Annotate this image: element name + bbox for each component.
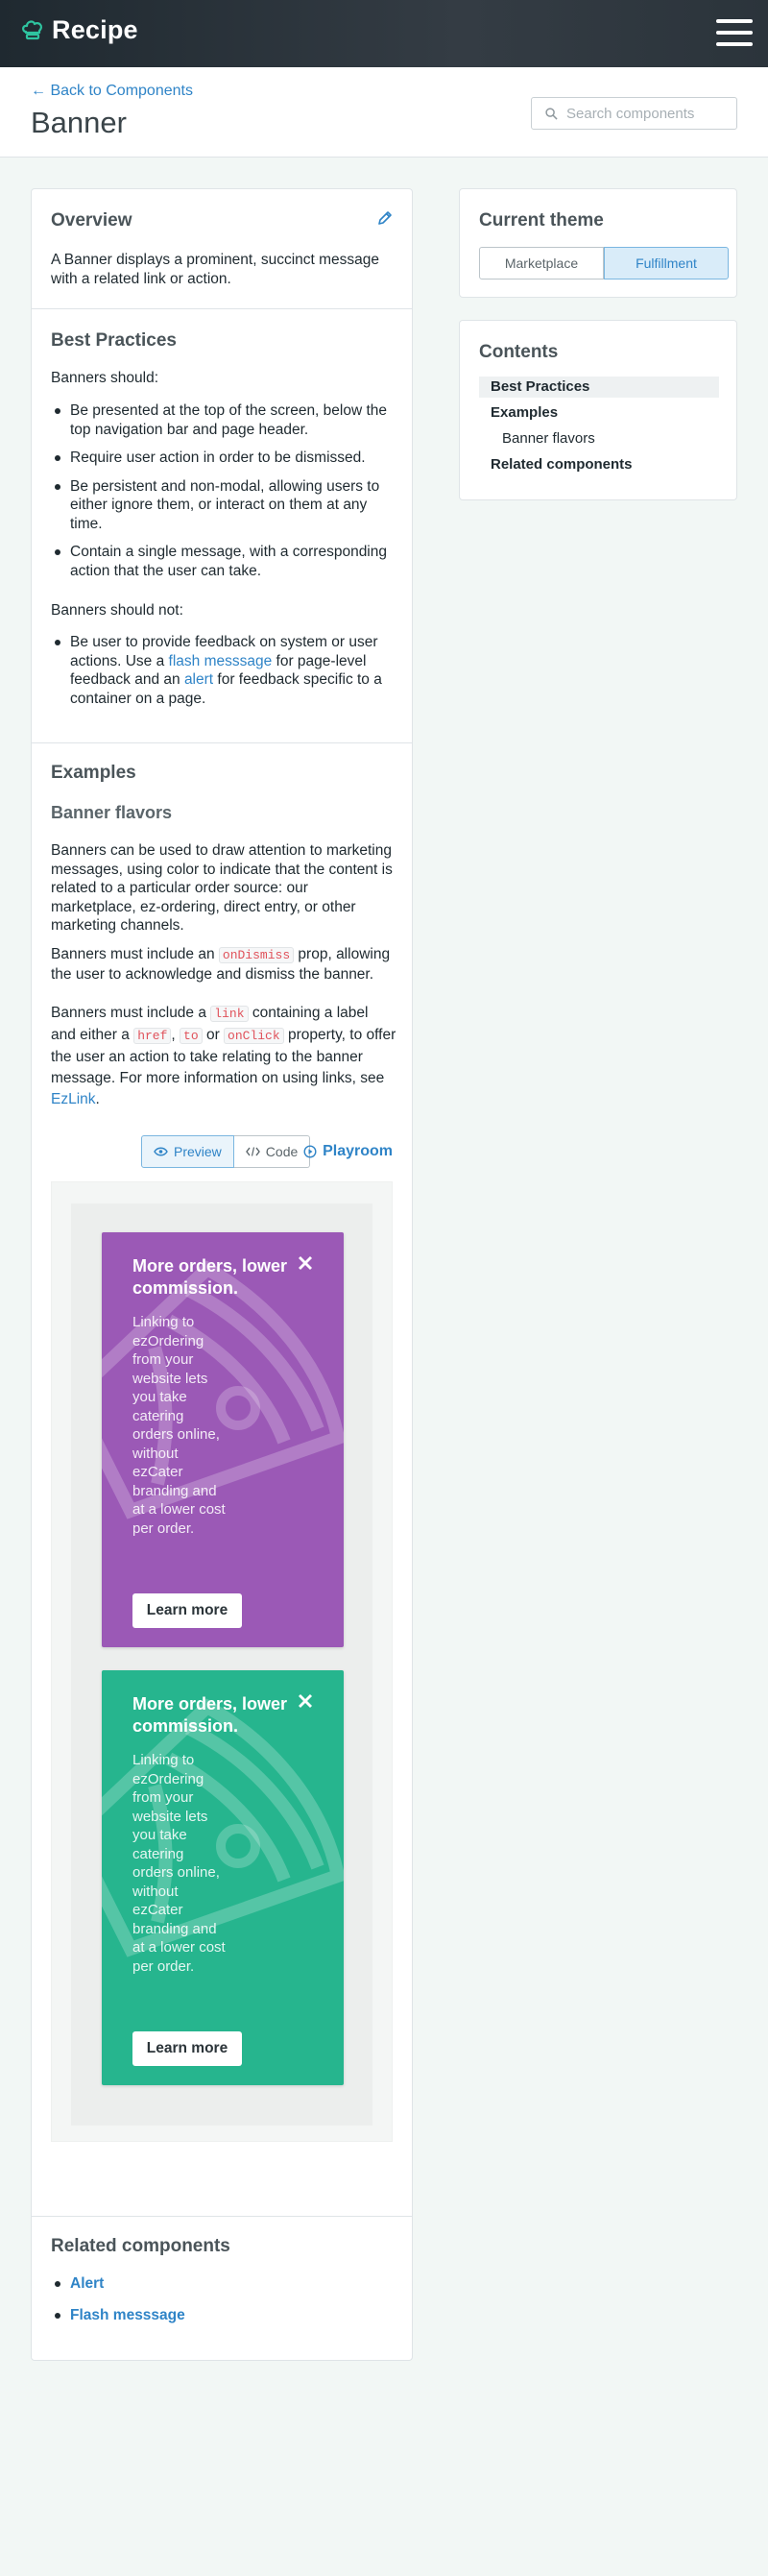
flash-message-link[interactable]: flash messsage	[169, 653, 273, 669]
list-item: Flash messsage	[32, 2306, 185, 2325]
inline-code: to	[180, 1028, 203, 1044]
code-icon	[245, 1147, 260, 1156]
banner-body: Linking to ezOrdering from your website …	[132, 1752, 226, 1975]
back-to-components-link[interactable]: ← Back to Components	[31, 83, 193, 100]
current-theme-card: Current theme Marketplace Fulfillment	[459, 188, 737, 298]
inline-code: href	[133, 1028, 172, 1044]
chef-hat-icon	[22, 19, 42, 39]
related-components-title: Related components	[51, 2236, 230, 2256]
toc-item-related-components[interactable]: Related components	[479, 454, 719, 475]
search-box[interactable]	[531, 97, 737, 130]
should-list: Be presented at the top of the screen, b…	[32, 401, 396, 590]
examples-paragraph-1: Banners can be used to draw attention to…	[51, 842, 393, 934]
logo[interactable]: Recipe	[21, 15, 138, 45]
page-title: Banner	[31, 106, 127, 139]
table-of-contents: Best Practices Examples Banner flavors R…	[479, 377, 719, 480]
eye-icon	[154, 1147, 168, 1156]
preview-area: More orders, lower commission. Linking t…	[51, 1181, 393, 2142]
overview-text: A Banner displays a prominent, succinct …	[51, 252, 380, 287]
should-not-list: Be user to provide feedback on system or…	[32, 633, 387, 717]
should-label: Banners should:	[51, 370, 159, 386]
search-icon	[545, 107, 558, 120]
inline-code: onClick	[224, 1028, 284, 1044]
theme-switcher: Marketplace Fulfillment	[479, 247, 729, 279]
examples-title: Examples	[51, 763, 136, 783]
list-item: Require user action in order to be dismi…	[32, 449, 396, 468]
related-link-alert[interactable]: Alert	[70, 2275, 104, 2292]
toc-item-best-practices[interactable]: Best Practices	[479, 377, 719, 398]
examples-section: Examples Banner flavors Banners can be u…	[32, 743, 412, 2217]
search-input[interactable]	[566, 105, 730, 122]
logo-text: Recipe	[52, 15, 138, 44]
banner-body: Linking to ezOrdering from your website …	[132, 1314, 226, 1537]
examples-paragraph-2: Banners must include an onDismiss prop, …	[51, 946, 391, 983]
ezlink-link[interactable]: EzLink	[51, 1091, 96, 1107]
banner-green: More orders, lower commission. Linking t…	[102, 1670, 344, 2085]
alert-link[interactable]: alert	[184, 671, 213, 688]
playroom-link[interactable]: Playroom	[303, 1143, 393, 1160]
best-practices-title: Best Practices	[51, 330, 177, 351]
edit-pencil-icon[interactable]	[377, 210, 393, 226]
inline-code: link	[210, 1006, 249, 1022]
view-toggle: Preview Code	[141, 1135, 311, 1168]
overview-title: Overview	[51, 210, 132, 231]
contents-card: Contents Best Practices Examples Banner …	[459, 320, 737, 500]
best-practices-section: Best Practices Banners should: Be presen…	[32, 309, 412, 743]
toc-item-banner-flavors[interactable]: Banner flavors	[479, 428, 719, 450]
related-link-flash-message[interactable]: Flash messsage	[70, 2307, 185, 2323]
banner-title: More orders, lower commission.	[132, 1694, 288, 1736]
theme-option-marketplace[interactable]: Marketplace	[479, 247, 604, 279]
contents-title: Contents	[479, 342, 559, 362]
examples-paragraph-3: Banners must include a link containing a…	[51, 1005, 396, 1107]
banner-title: More orders, lower commission.	[132, 1256, 288, 1298]
close-icon[interactable]	[296, 1691, 315, 1711]
learn-more-button[interactable]: Learn more	[132, 1593, 242, 1628]
list-item: Be user to provide feedback on system or…	[32, 633, 387, 708]
related-components-section: Related components Alert Flash messsage	[32, 2217, 412, 2360]
preview-tab[interactable]: Preview	[141, 1135, 234, 1168]
page-header: ← Back to Components Banner	[0, 67, 768, 158]
toc-item-examples[interactable]: Examples	[479, 402, 719, 424]
top-nav-bar: Recipe	[0, 0, 768, 67]
theme-option-fulfillment[interactable]: Fulfillment	[604, 247, 729, 279]
playroom-icon	[303, 1145, 317, 1158]
list-item: Contain a single message, with a corresp…	[32, 543, 396, 580]
list-item: Be presented at the top of the screen, b…	[32, 401, 396, 439]
banner-purple: More orders, lower commission. Linking t…	[102, 1232, 344, 1647]
overview-section: Overview A Banner displays a prominent, …	[32, 189, 412, 309]
code-tab[interactable]: Code	[233, 1135, 311, 1168]
inline-code: onDismiss	[218, 947, 295, 963]
related-list: Alert Flash messsage	[32, 2274, 185, 2334]
list-item: Be persistent and non-modal, allowing us…	[32, 477, 396, 534]
learn-more-button[interactable]: Learn more	[132, 2031, 242, 2066]
hamburger-menu-icon[interactable]	[716, 19, 753, 46]
should-not-label: Banners should not:	[51, 602, 183, 619]
list-item: Alert	[32, 2274, 185, 2294]
banner-flavors-title: Banner flavors	[51, 803, 173, 822]
example-block: Preview Code Playroom More orders, lower…	[32, 1135, 412, 2153]
close-icon[interactable]	[296, 1253, 315, 1273]
preview-canvas: More orders, lower commission. Linking t…	[71, 1203, 372, 2126]
main-content-card: Overview A Banner displays a prominent, …	[31, 188, 413, 2361]
current-theme-title: Current theme	[479, 210, 604, 231]
